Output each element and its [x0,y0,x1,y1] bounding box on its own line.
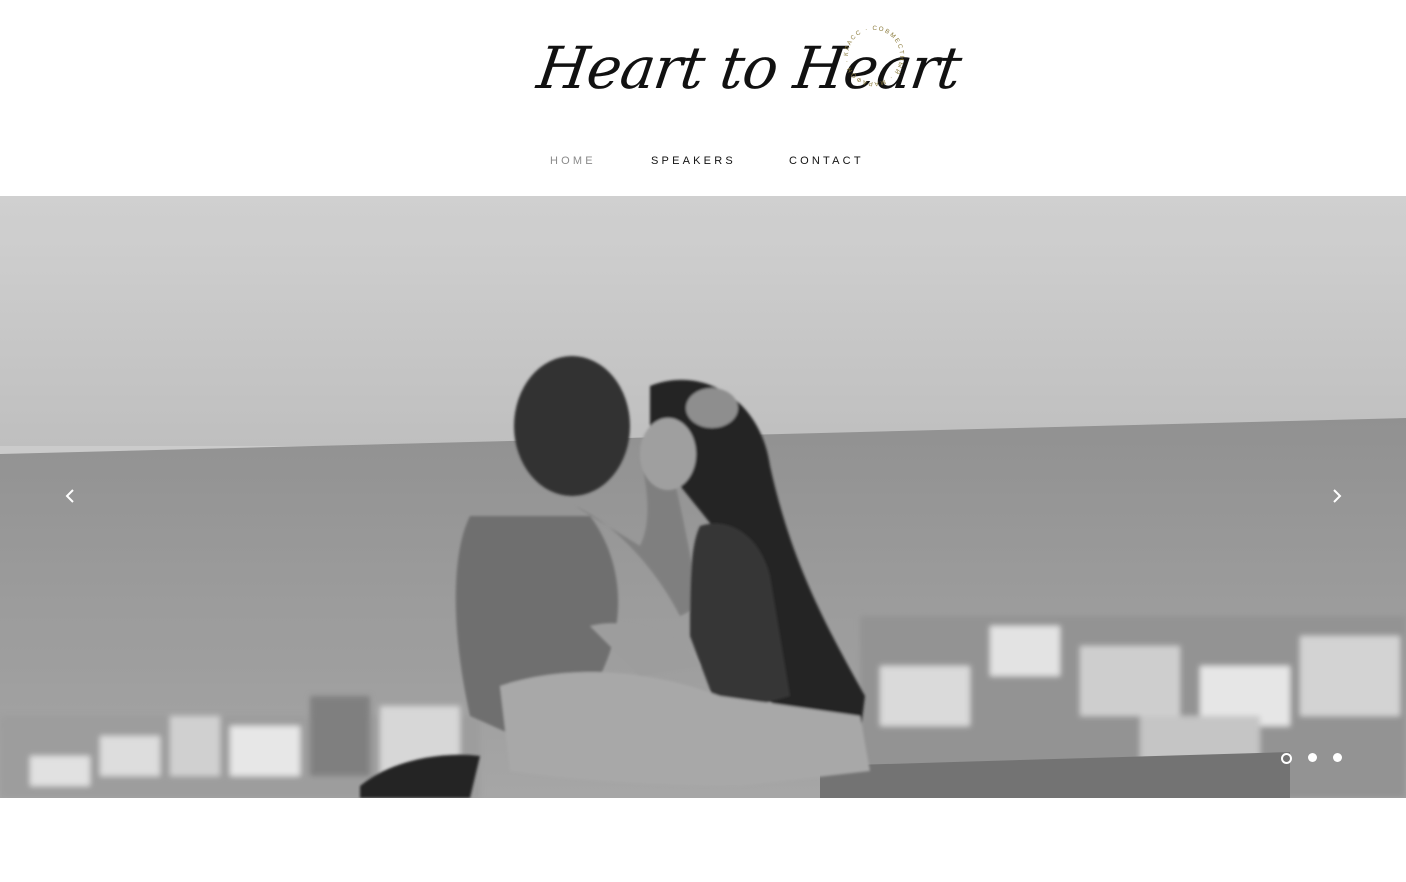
chevron-right-icon[interactable] [1327,484,1347,508]
hero-slider [0,196,1406,798]
nav-item-contact[interactable]: CONTACT [789,155,864,167]
main-nav: HOME SPEAKERS CONTACT [0,155,1406,171]
nav-item-home[interactable]: HOME [550,155,596,167]
hero-photo [0,196,1406,798]
chevron-left-icon[interactable] [60,484,80,508]
site-logo[interactable]: Heart to Heart КЛАСС · СОВМЕСТНЫЙ · МАРА… [533,25,965,123]
slider-pagination [1279,752,1349,766]
site-header: Heart to Heart КЛАСС · СОВМЕСТНЫЙ · МАРА… [0,0,1406,196]
nav-item-speakers[interactable]: SPEAKERS [651,155,736,167]
logo-seal-icon: КЛАСС · СОВМЕСТНЫЙ · МАРАФОН · [843,25,905,87]
slide-dot-1[interactable] [1281,753,1292,764]
svg-text:КЛАСС · СОВМЕСТНЫЙ · МАРАФОН ·: КЛАСС · СОВМЕСТНЫЙ · МАРАФОН · [843,25,905,87]
page: Heart to Heart КЛАСС · СОВМЕСТНЫЙ · МАРА… [0,0,1406,882]
slide-dot-3[interactable] [1333,753,1342,762]
slide-dot-2[interactable] [1308,753,1317,762]
